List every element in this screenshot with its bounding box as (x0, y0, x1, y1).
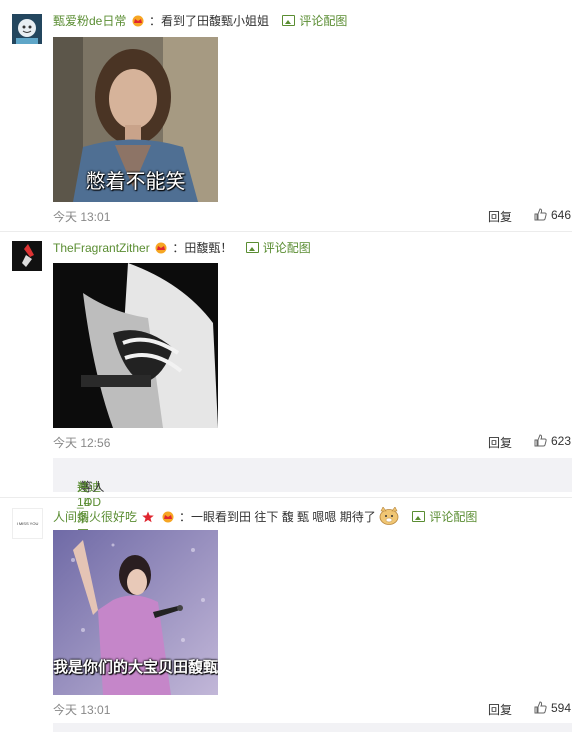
vip-crown-icon (155, 242, 167, 254)
like-button[interactable]: 594 (534, 701, 571, 715)
thumbs-up-icon (534, 701, 547, 714)
comment-picture-link[interactable]: 评论配图 (245, 241, 311, 255)
comment-item: 甄爱粉de日常 ：看到了田馥甄小姐姐 评论配图 憋着不能笑 今天 13:01 回… (0, 0, 572, 236)
comment-picture-link[interactable]: 评论配图 (282, 14, 347, 28)
comment-line: 甄爱粉de日常 ：看到了田馥甄小姐姐 评论配图 (53, 13, 347, 29)
like-count: 623 (551, 434, 572, 448)
like-count: 594 (551, 701, 572, 715)
reply-button[interactable]: 回复 (488, 701, 512, 718)
like-button[interactable]: 623 (534, 434, 571, 448)
avatar[interactable] (12, 14, 42, 44)
comment-image[interactable]: 憋着不能笑 (53, 37, 218, 202)
doge-emoji-icon (379, 506, 399, 525)
comment-line: TheFragrantZither ：田馥甄！ 评论配图 (53, 240, 311, 256)
username-link[interactable]: 甄爱粉de日常 (53, 14, 126, 28)
comment-image[interactable] (53, 263, 218, 428)
image-caption: 憋着不能笑 (85, 171, 186, 193)
divider (0, 231, 572, 232)
avatar-image (12, 241, 42, 271)
comment-time: 今天 13:01 (53, 703, 111, 717)
comment-image[interactable]: 我是你们的大宝贝田馥甄 (53, 530, 218, 695)
comment-picture-label: 评论配图 (299, 14, 348, 28)
like-count: 646 (551, 208, 572, 222)
vip-crown-icon (162, 511, 174, 523)
comment-picture-label: 评论配图 (429, 510, 478, 524)
username-link[interactable]: 人间烟火很好吃 (53, 510, 137, 524)
comment-text: ：看到了田馥甄小姐姐 (149, 14, 270, 28)
avatar-image (12, 14, 42, 44)
comment-text: ：田馥甄！ (172, 241, 233, 255)
thumbs-up-icon (534, 208, 547, 221)
comment-item: I MISS YOU 人间烟火很好吃 ：一眼看到田 往下 馥 甄 嗯嗯 期待了 … (0, 498, 572, 732)
comment-picture-label: 评论配图 (262, 241, 311, 255)
replies-box-partial (53, 723, 572, 732)
reply-button[interactable]: 回复 (488, 208, 512, 225)
more-replies-box[interactable]: 迪迪_DD 等人 共14条回复 (53, 458, 572, 559)
username-link[interactable]: TheFragrantZither (53, 241, 150, 255)
avatar-text: I MISS YOU (16, 521, 39, 526)
star-icon (142, 511, 155, 523)
like-button[interactable]: 646 (534, 208, 571, 222)
comment-picture-link[interactable]: 评论配图 (412, 510, 477, 524)
picture-icon (282, 15, 296, 26)
comment-time: 今天 12:56 (53, 436, 111, 450)
comment-line: 人间烟火很好吃 ：一眼看到田 往下 馥 甄 嗯嗯 期待了 评论配图 (53, 506, 477, 525)
thumbs-up-icon (534, 434, 547, 447)
picture-icon (245, 242, 259, 253)
comment-time: 今天 13:01 (53, 210, 111, 224)
vip-crown-icon (132, 15, 144, 27)
picture-icon (412, 511, 426, 522)
image-caption: 我是你们的大宝贝田馥甄 (53, 659, 218, 676)
avatar[interactable] (12, 241, 42, 271)
reply-button[interactable]: 回复 (488, 434, 512, 451)
comment-item: TheFragrantZither ：田馥甄！ 评论配图 今天 12:56 回复… (0, 236, 572, 559)
comment-text: ：一眼看到田 往下 馥 甄 嗯嗯 期待了 (179, 510, 376, 524)
avatar[interactable]: I MISS YOU (12, 508, 43, 539)
bw-photo (53, 263, 218, 428)
